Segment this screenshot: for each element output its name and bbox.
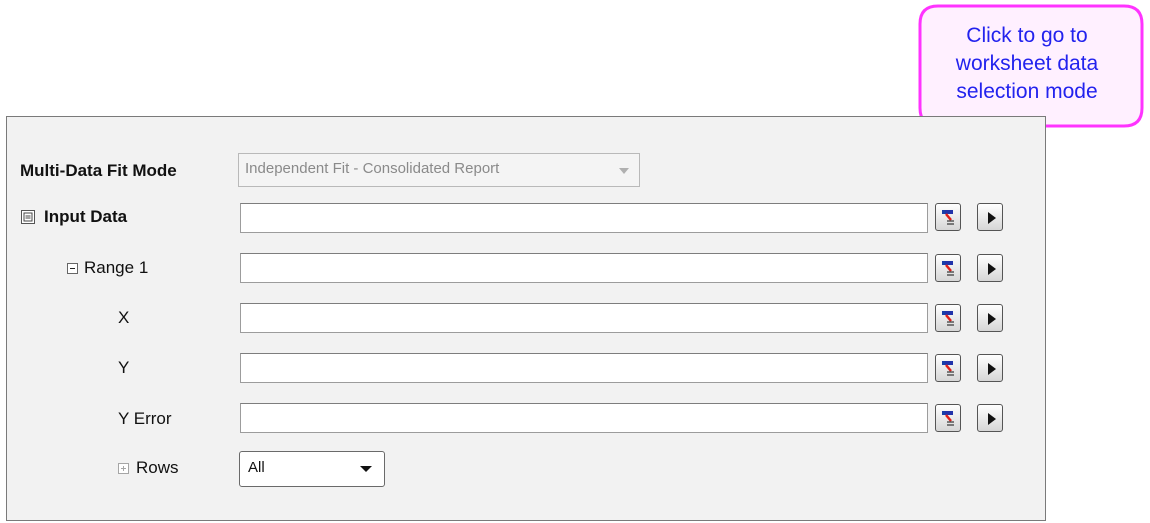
fit-mode-value: Independent Fit - Consolidated Report — [245, 160, 500, 177]
menu-button-y-error[interactable] — [977, 404, 1003, 432]
y-error-label: Y Error — [118, 409, 172, 428]
play-arrow-icon — [988, 413, 996, 425]
expand-rows-icon[interactable] — [118, 463, 129, 474]
range-label: Range 1 — [84, 258, 149, 277]
select-data-button-input[interactable] — [935, 203, 961, 231]
worksheet-select-icon — [942, 311, 954, 326]
input-data-field[interactable] — [240, 203, 928, 233]
range-field[interactable] — [240, 253, 928, 283]
callout-line-3: selection mode — [956, 80, 1098, 103]
chevron-down-icon — [360, 466, 372, 472]
x-field[interactable] — [240, 303, 928, 333]
select-data-button-x[interactable] — [935, 304, 961, 332]
worksheet-select-icon — [942, 361, 954, 376]
play-arrow-icon — [988, 313, 996, 325]
fit-mode-dropdown[interactable]: Independent Fit - Consolidated Report — [238, 153, 640, 187]
rows-label: Rows — [136, 458, 179, 477]
menu-button-input[interactable] — [977, 203, 1003, 231]
worksheet-select-icon — [942, 210, 954, 225]
menu-button-y[interactable] — [977, 354, 1003, 382]
play-arrow-icon — [988, 263, 996, 275]
select-data-button-y[interactable] — [935, 354, 961, 382]
worksheet-select-icon — [942, 261, 954, 276]
y-label: Y — [118, 358, 130, 377]
play-arrow-icon — [988, 212, 996, 224]
chevron-down-icon — [619, 168, 629, 174]
callout-text: Click to go to worksheet data selection … — [914, 22, 1140, 106]
y-error-field[interactable] — [240, 403, 928, 433]
callout-line-1: Click to go to — [966, 24, 1088, 47]
y-field[interactable] — [240, 353, 928, 383]
select-data-button-y-error[interactable] — [935, 404, 961, 432]
menu-button-range[interactable] — [977, 254, 1003, 282]
callout-line-2: worksheet data — [955, 52, 1099, 75]
rows-dropdown[interactable]: All — [239, 451, 385, 487]
select-data-button-range[interactable] — [935, 254, 961, 282]
worksheet-select-icon — [942, 411, 954, 426]
input-data-label: Input Data — [44, 207, 128, 226]
x-label: X — [118, 308, 130, 327]
menu-button-x[interactable] — [977, 304, 1003, 332]
play-arrow-icon — [988, 363, 996, 375]
collapse-range-icon[interactable] — [67, 263, 78, 274]
rows-value: All — [248, 459, 265, 476]
collapse-group-icon[interactable] — [21, 210, 35, 224]
fit-mode-label: Multi-Data Fit Mode — [20, 161, 177, 180]
